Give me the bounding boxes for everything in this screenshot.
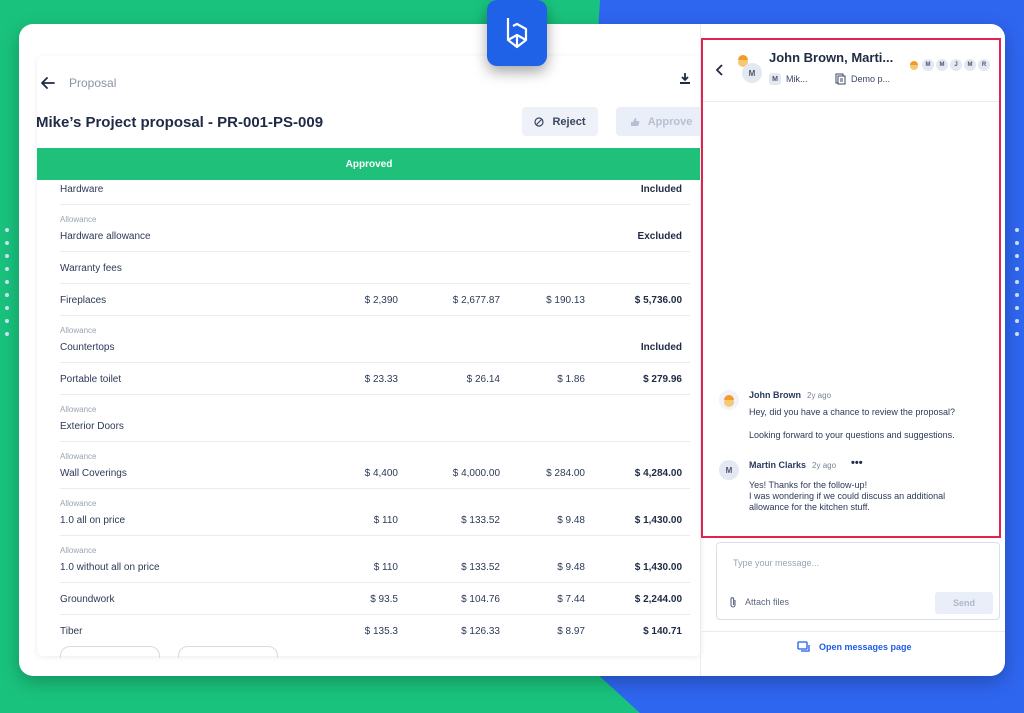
message-text: Yes! Thanks for the follow-up! (749, 480, 868, 490)
table-row[interactable]: Allowance Countertops Included (60, 316, 690, 363)
breadcrumb: Proposal (41, 76, 116, 90)
participant-avatars[interactable]: M M J M R (908, 59, 990, 71)
message-time: 2y ago (807, 391, 832, 400)
message-time: 2y ago (812, 461, 837, 470)
back-arrow-icon[interactable] (41, 77, 55, 89)
message-text: Looking forward to your questions and su… (749, 430, 955, 440)
more-options-icon[interactable]: ••• (851, 457, 863, 469)
document-icon (835, 73, 846, 85)
breadcrumb-proposal[interactable]: Proposal (69, 76, 116, 90)
chat-header: M John Brown, Marti... M Mik... Demo p..… (703, 40, 999, 102)
worker-avatar-icon (719, 390, 739, 410)
composer-divider (701, 631, 1005, 632)
reject-button[interactable]: Reject (522, 107, 598, 136)
user-avatar-icon: M (769, 73, 781, 85)
app-window: Proposal Mike’s Project proposal - PR-00… (19, 24, 1005, 676)
chat-meta-user: M Mik... (769, 73, 808, 85)
send-button[interactable]: Send (935, 592, 993, 614)
chat-title: John Brown, Marti... (769, 50, 894, 65)
table-row[interactable]: Allowance 1.0 without all on price $ 110… (60, 536, 690, 583)
table-row[interactable]: Warranty fees (60, 252, 690, 284)
page-title: Mike’s Project proposal - PR-001-PS-009 (36, 114, 324, 131)
cube-logo-icon (506, 18, 528, 49)
chat-bubbles-icon (797, 641, 810, 652)
worker-icon (910, 61, 918, 70)
block-icon (534, 116, 545, 127)
decorative-dots-right (1015, 228, 1019, 336)
participant-avatar: M (936, 59, 948, 71)
chat-message: John Brown 2y ago Hey, did you have a cha… (719, 390, 989, 450)
chevron-left-icon[interactable] (715, 64, 723, 76)
table-row[interactable]: Allowance Wall Coverings $ 4,400 $ 4,000… (60, 442, 690, 489)
message-author: Martin Clarks 2y ago (749, 460, 837, 470)
participant-avatar: J (950, 59, 962, 71)
paperclip-icon (730, 597, 736, 608)
approve-label: Approve (647, 115, 693, 128)
open-messages-link[interactable]: Open messages page (797, 641, 912, 653)
chat-avatar-m: M (742, 63, 762, 83)
app-logo (487, 0, 547, 66)
chat-panel: M John Brown, Marti... M Mik... Demo p..… (701, 38, 1001, 538)
chat-message: M Martin Clarks 2y ago ••• Yes! Thanks fo… (719, 457, 989, 530)
chat-group-avatar: M (735, 52, 763, 83)
table-row[interactable]: Allowance 1.0 all on price $ 110 $ 133.5… (60, 489, 690, 536)
decorative-dots-left (5, 228, 9, 336)
proposal-table: Hardware Included Allowance Hardware all… (37, 180, 701, 656)
message-text: Hey, did you have a chance to review the… (749, 407, 955, 417)
table-row[interactable]: Hardware Included (60, 180, 690, 205)
participant-avatar: M (964, 59, 976, 71)
footer-pill-button[interactable] (178, 646, 278, 658)
table-row[interactable]: Tiber $ 135.3 $ 126.33 $ 8.97 $ 140.71 (60, 615, 690, 647)
message-text: I was wondering if we could discuss an a… (749, 491, 946, 501)
table-row[interactable]: Allowance Exterior Doors (60, 395, 690, 442)
approve-button[interactable]: Approve (616, 107, 706, 136)
message-composer: Type your message... Attach files Send (716, 542, 1000, 620)
attach-files-button[interactable]: Attach files (729, 596, 789, 608)
thumbs-up-icon (630, 117, 640, 126)
participant-avatar: M (922, 59, 934, 71)
chat-meta-project: Demo p... (835, 73, 890, 85)
table-row[interactable]: Groundwork $ 93.5 $ 104.76 $ 7.44 $ 2,24… (60, 583, 690, 615)
table-row[interactable]: Fireplaces $ 2,390 $ 2,677.87 $ 190.13 $… (60, 284, 690, 316)
table-row[interactable]: Portable toilet $ 23.33 $ 26.14 $ 1.86 $… (60, 363, 690, 395)
participant-avatar: R (978, 59, 990, 71)
table-row[interactable]: Allowance Hardware allowance Excluded (60, 205, 690, 252)
reject-label: Reject (552, 115, 586, 128)
status-banner: Approved (37, 148, 701, 180)
message-avatar: M (719, 460, 739, 480)
message-input[interactable]: Type your message... (733, 558, 819, 568)
download-icon[interactable] (679, 72, 691, 85)
message-author: John Brown 2y ago (749, 390, 832, 400)
message-text: allowance for the kitchen stuff. (749, 502, 870, 512)
footer-pill-button[interactable] (60, 646, 160, 658)
